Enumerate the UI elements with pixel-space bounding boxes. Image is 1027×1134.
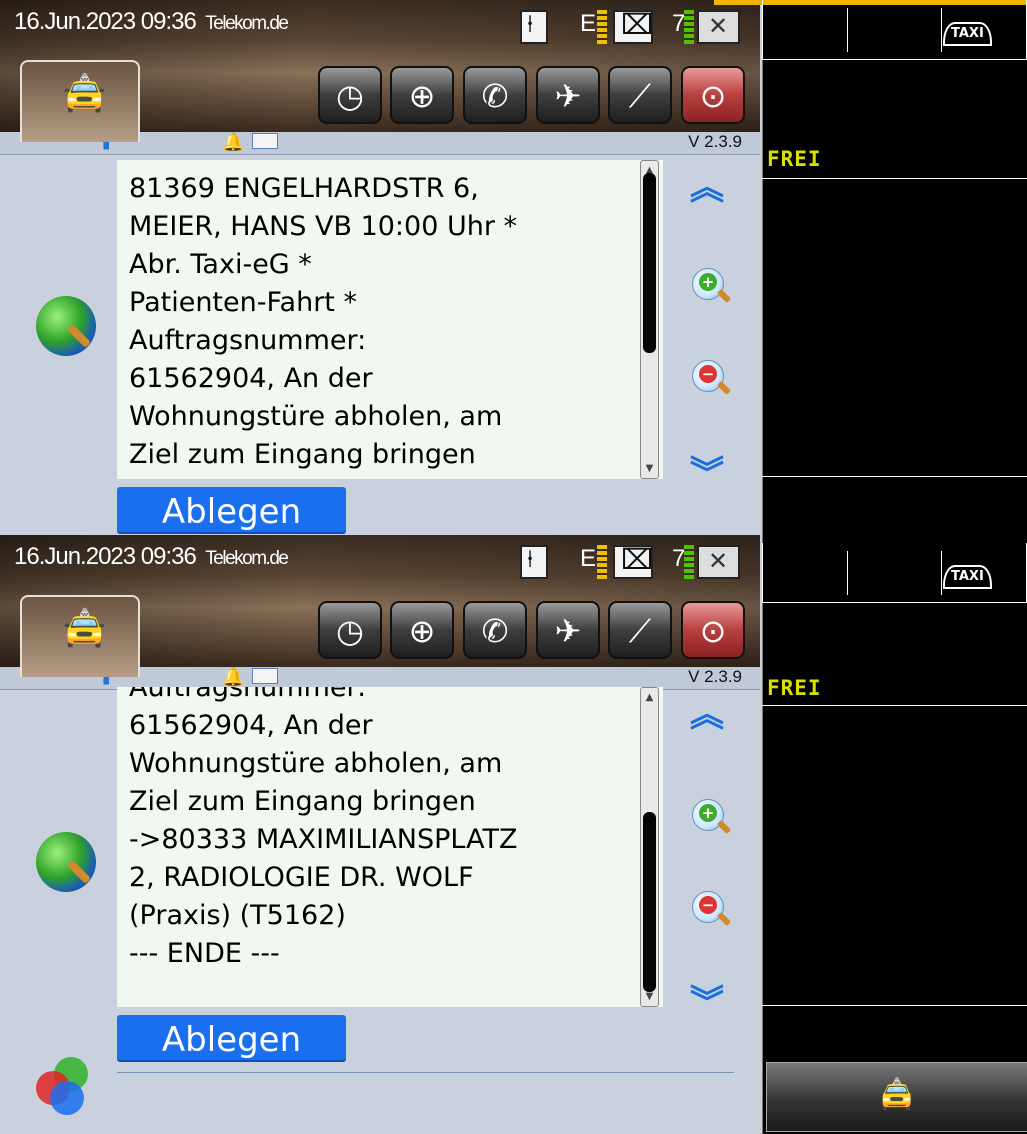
globe-search-icon[interactable]	[36, 296, 96, 356]
antenna-icon	[520, 545, 548, 579]
page-up-icon[interactable]: ︽	[687, 160, 727, 209]
message-box: Auftragsnummer: 61562904, An der Wohnung…	[117, 687, 663, 1007]
carrier-name: Telekom.de	[205, 13, 289, 34]
clock-icon: ◷	[336, 612, 364, 650]
satellite-icon: ✈	[554, 77, 582, 115]
taxi-tab[interactable]: 🚖	[20, 595, 140, 677]
satellite-dish-icon	[613, 543, 653, 579]
taxi-sign-icon: TAXI	[943, 565, 992, 589]
satellite-dish-icon	[613, 8, 653, 44]
taxi-meter-panel: TAXI FREI 🚖	[762, 535, 1027, 1134]
datetime: 16.Jun.2023 09:36	[14, 543, 197, 570]
message-scrollbar[interactable]: ▲ ▼	[640, 160, 659, 479]
globe-search-icon[interactable]	[36, 832, 96, 892]
scroll-up-arrow-icon[interactable]: ▲	[642, 690, 657, 705]
page-down-icon[interactable]: ︾	[687, 446, 727, 495]
gps-satellite-icon	[697, 10, 740, 44]
phone-icon: ✆	[481, 77, 509, 115]
gps-bars-icon	[684, 545, 694, 579]
lock-button[interactable]: ⊙	[681, 66, 745, 124]
message-scrollbar[interactable]: ▲ ▼	[640, 687, 659, 1007]
satellite-button[interactable]: ✈	[536, 601, 600, 659]
lock-icon: ⊙	[699, 612, 727, 650]
zoom-out-icon[interactable]	[692, 360, 724, 392]
header-bar: 16.Jun.2023 09:36 Telekom.de E 7 🚖 ◷ ⊕ ✆…	[0, 535, 760, 677]
zoom-out-icon[interactable]	[692, 891, 724, 923]
tools-button[interactable]: ⟋	[608, 601, 672, 659]
taxi-icon: 🚖	[62, 608, 107, 649]
scroll-down-arrow-icon[interactable]: ▼	[642, 461, 657, 476]
bell-icon: 🔔	[222, 132, 245, 153]
meter-top-cells: TAXI	[762, 0, 1027, 60]
compass-icon: ⊕	[408, 77, 436, 115]
compass-button[interactable]: ⊕	[390, 66, 454, 124]
taxi-icon: 🚖	[878, 1077, 916, 1112]
bell-icon: 🔔	[222, 667, 245, 688]
tools-button[interactable]: ⟋	[608, 66, 672, 124]
compass-icon: ⊕	[408, 612, 436, 650]
taxi-tab[interactable]: 🚖	[20, 60, 140, 142]
compass-button[interactable]: ⊕	[390, 601, 454, 659]
signal-bars-icon	[597, 545, 607, 579]
gps-bars-icon	[684, 10, 694, 44]
taxi-button[interactable]: 🚖	[766, 1062, 1027, 1132]
satellite-icon: ✈	[554, 612, 582, 650]
taxi-sign-icon: TAXI	[943, 22, 992, 46]
zoom-in-icon[interactable]	[692, 799, 724, 831]
message-text: 81369 ENGELHARDSTR 6, MEIER, HANS VB 10:…	[129, 173, 518, 470]
version-label: V 2.3.9	[688, 132, 742, 151]
phone-icon: ✆	[481, 612, 509, 650]
meter-top-cells: TAXI	[762, 543, 1027, 603]
header-bar: 16.Jun.2023 09:36 Telekom.de E 7 🚖 ◷ ⊕ ✆…	[0, 0, 760, 142]
divider	[117, 1072, 734, 1073]
color-circles-icon[interactable]	[36, 1057, 94, 1115]
phone-button[interactable]: ✆	[463, 601, 527, 659]
antenna-icon	[520, 10, 548, 44]
datetime: 16.Jun.2023 09:36	[14, 8, 197, 35]
lock-icon: ⊙	[699, 77, 727, 115]
message-icon	[252, 133, 278, 149]
scrollbar-thumb[interactable]	[643, 812, 656, 992]
carrier-name: Telekom.de	[205, 548, 289, 569]
gps-satellite-icon	[697, 545, 740, 579]
screwdriver-icon: ⟋	[628, 612, 652, 650]
archive-button[interactable]: Ablegen	[117, 1015, 346, 1062]
taxi-icon: 🚖	[62, 73, 107, 114]
message-text: Auftragsnummer: 61562904, An der Wohnung…	[129, 687, 518, 969]
page-down-icon[interactable]: ︾	[687, 975, 727, 1024]
app-screen-top: 16.Jun.2023 09:36 Telekom.de E 7 🚖 ◷ ⊕ ✆…	[0, 0, 1027, 535]
zoom-in-icon[interactable]	[692, 268, 724, 300]
app-screen-bottom: 16.Jun.2023 09:36 Telekom.de E 7 🚖 ◷ ⊕ ✆…	[0, 535, 1027, 1134]
phone-button[interactable]: ✆	[463, 66, 527, 124]
network-type: E	[580, 545, 597, 572]
meter-status: FREI	[767, 147, 822, 171]
page-up-icon[interactable]: ︽	[687, 687, 727, 736]
scrollbar-thumb[interactable]	[643, 173, 656, 353]
screwdriver-icon: ⟋	[628, 77, 652, 115]
satellite-button[interactable]: ✈	[536, 66, 600, 124]
clock-icon: ◷	[336, 77, 364, 115]
message-icon	[252, 668, 278, 684]
taxi-meter-panel: TAXI FREI	[714, 0, 1027, 535]
signal-bars-icon	[597, 10, 607, 44]
meter-status: FREI	[767, 676, 822, 700]
clock-button[interactable]: ◷	[318, 66, 382, 124]
archive-button[interactable]: Ablegen	[117, 487, 346, 534]
version-label: V 2.3.9	[688, 667, 742, 686]
clock-button[interactable]: ◷	[318, 601, 382, 659]
network-type: E	[580, 10, 597, 37]
message-box: 81369 ENGELHARDSTR 6, MEIER, HANS VB 10:…	[117, 160, 663, 479]
scroll-down-arrow-icon[interactable]: ▼	[642, 989, 657, 1004]
lock-button[interactable]: ⊙	[681, 601, 745, 659]
